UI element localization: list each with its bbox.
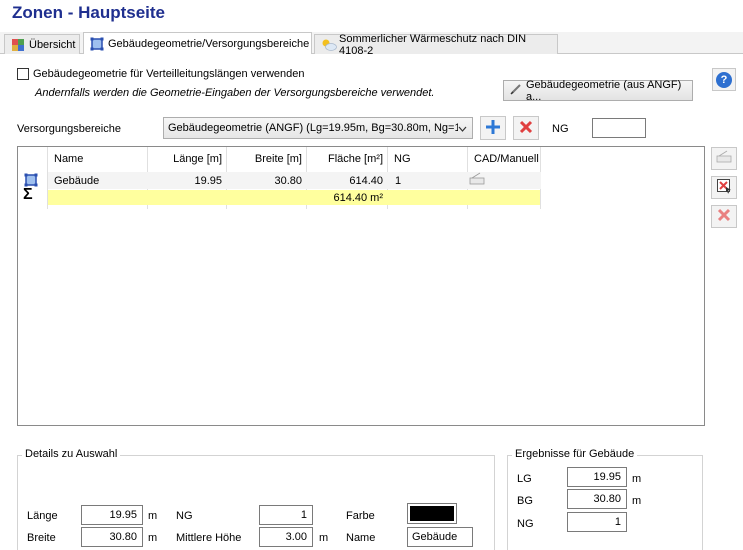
ergebnisse-lg-input[interactable]: 19.95	[567, 467, 627, 487]
delete-row-button[interactable]	[711, 205, 737, 228]
header-cad: CAD/Manuell	[474, 153, 539, 165]
cad-button[interactable]	[711, 147, 737, 170]
details-laenge-input[interactable]: 19.95	[81, 505, 143, 525]
details-farbe-picker[interactable]	[407, 503, 457, 524]
delete-bereich-button[interactable]	[513, 116, 539, 140]
details-name-label: Name	[346, 532, 376, 544]
details-farbe-label: Farbe	[346, 510, 375, 522]
header-ng: NG	[394, 153, 411, 165]
versorgung-ng-input[interactable]	[592, 118, 646, 138]
row-flaeche: 614.40	[349, 175, 383, 187]
versorgung-selected-value: Gebäudegeometrie (ANGF) (Lg=19.95m, Bg=3…	[168, 122, 458, 134]
tab-gebaeudegeometrie[interactable]: Gebäudegeometrie/Versorgungsbereiche	[83, 32, 312, 55]
chevron-down-icon	[458, 123, 467, 135]
ergebnisse-bg-input[interactable]: 30.80	[567, 489, 627, 509]
versorgung-ng-label: NG	[552, 123, 569, 135]
tab-label: Gebäudegeometrie/Versorgungsbereiche	[108, 38, 310, 50]
tab-bar: Übersicht Gebäudegeometrie/Versorgungsbe…	[0, 32, 743, 57]
header-laenge: Länge [m]	[173, 153, 222, 165]
add-bereich-button[interactable]	[480, 116, 506, 140]
cad-icon	[469, 172, 485, 189]
ergebnisse-bg-unit: m	[632, 495, 642, 507]
sum-flaeche: 614.40 m²	[333, 192, 383, 204]
import-geometry-label: Gebäudegeometrie (aus ANGF) a...	[526, 78, 682, 103]
ergebnisse-lg-label: LG	[517, 473, 532, 485]
details-hoehe-input[interactable]: 3.00	[259, 527, 313, 547]
row-ng: 1	[395, 175, 402, 187]
versorgung-select[interactable]: Gebäudegeometrie (ANGF) (Lg=19.95m, Bg=3…	[163, 117, 473, 139]
details-breite-label: Breite	[27, 532, 56, 544]
ergebnisse-ng-label: NG	[517, 518, 534, 530]
geometry-table: Name Länge [m] Breite [m] Fläche [m²] NG…	[17, 146, 705, 426]
row-name: Gebäude	[54, 175, 100, 187]
details-hoehe-label: Mittlere Höhe	[176, 532, 242, 544]
clear-row-button[interactable]	[711, 176, 737, 199]
details-ng-label: NG	[176, 510, 193, 522]
sum-symbol: Σ	[23, 186, 33, 203]
geometry-icon	[90, 37, 104, 51]
tab-sommerlicher-waermeschutz[interactable]: Sommerlicher Wärmeschutz nach DIN 4108-2	[314, 32, 558, 57]
ergebnisse-title: Ergebnisse für Gebäude	[512, 448, 638, 460]
details-hoehe-unit: m	[319, 532, 329, 544]
geometry-checkbox[interactable]	[17, 68, 29, 80]
row-laenge: 19.95	[194, 175, 222, 187]
details-laenge-unit: m	[148, 510, 158, 522]
tab-label: Sommerlicher Wärmeschutz nach DIN 4108-2	[339, 32, 527, 57]
header-flaeche: Fläche [m²]	[327, 153, 383, 165]
header-name: Name	[54, 153, 84, 165]
sun-cloud-icon	[321, 38, 337, 52]
details-breite-unit: m	[148, 532, 158, 544]
geometry-checkbox-label: Gebäudegeometrie für Verteilleitungsläng…	[33, 68, 305, 80]
header-breite: Breite [m]	[254, 153, 302, 165]
versorgung-label: Versorgungsbereiche	[17, 123, 121, 135]
plus-icon	[485, 119, 501, 138]
details-laenge-label: Länge	[27, 510, 58, 522]
details-name-input[interactable]: Gebäude	[407, 527, 473, 547]
details-breite-input[interactable]: 30.80	[81, 527, 143, 547]
details-title: Details zu Auswahl	[22, 448, 121, 460]
ergebnisse-ng-input[interactable]: 1	[567, 512, 627, 532]
color-swatch	[410, 506, 454, 521]
geometry-hint: Andernfalls werden die Geometrie-Eingabe…	[35, 87, 435, 99]
delete-x-icon	[519, 120, 533, 137]
ergebnisse-bg-label: BG	[517, 495, 533, 507]
ergebnisse-lg-unit: m	[632, 473, 642, 485]
help-button[interactable]: ?	[712, 68, 736, 91]
row-breite: 30.80	[274, 175, 302, 187]
clear-row-icon	[716, 178, 732, 197]
sum-row	[48, 190, 540, 205]
tab-label: Übersicht	[29, 38, 76, 51]
cad-edit-icon	[716, 150, 732, 167]
tab-uebersicht[interactable]: Übersicht	[4, 34, 80, 54]
delete-x-icon	[717, 208, 731, 225]
pencil-icon	[510, 83, 522, 98]
page-title: Zonen - Hauptseite	[12, 3, 166, 22]
overview-icon	[11, 38, 25, 52]
details-ng-input[interactable]: 1	[259, 505, 313, 525]
import-geometry-button[interactable]: Gebäudegeometrie (aus ANGF) a...	[503, 78, 693, 103]
help-icon: ?	[716, 71, 732, 88]
